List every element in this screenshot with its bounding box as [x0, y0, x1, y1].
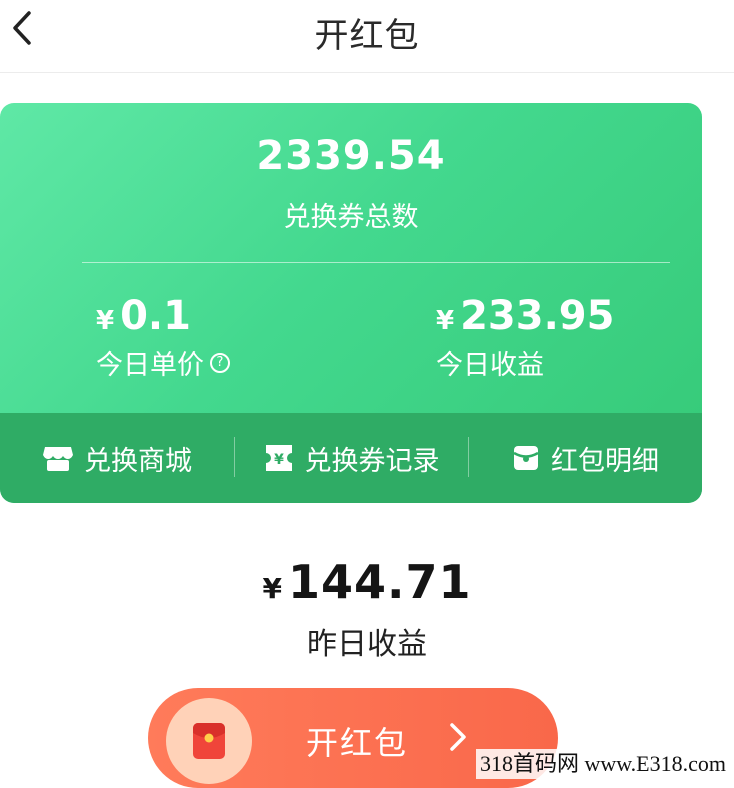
yesterday-income: ¥ 144.71 昨日收益	[0, 555, 734, 663]
voucher-record-button[interactable]: ¥ 兑换券记录	[234, 413, 468, 503]
currency-symbol: ¥	[96, 306, 115, 336]
currency-symbol: ¥	[262, 572, 282, 605]
red-envelope-detail-label: 红包明细	[551, 445, 659, 477]
page-title: 开红包	[314, 16, 420, 56]
voucher-record-label: 兑换券记录	[304, 445, 440, 477]
exchange-mall-label: 兑换商城	[84, 445, 192, 477]
yesterday-income-label: 昨日收益	[307, 627, 427, 662]
unit-price-value: 0.1	[120, 293, 191, 339]
red-envelope-icon	[511, 443, 541, 473]
today-income-value: 233.95	[460, 293, 615, 339]
unit-price-stat: ¥ 0.1 今日单价 ?	[96, 293, 230, 382]
yesterday-income-value: 144.71	[287, 555, 472, 609]
help-icon[interactable]: ?	[210, 352, 230, 373]
divider	[82, 262, 670, 263]
chevron-right-icon	[450, 723, 466, 751]
currency-symbol: ¥	[436, 306, 455, 336]
today-income-label: 今日收益	[436, 350, 544, 381]
open-red-envelope-label: 开红包	[306, 724, 409, 762]
unit-price-label: 今日单价	[96, 350, 204, 381]
today-income-stat: ¥ 233.95 今日收益	[436, 293, 614, 382]
exchange-mall-button[interactable]: 兑换商城	[0, 413, 234, 503]
watermark: 318首码网 www.E318.com	[475, 749, 730, 779]
header-bar: 开红包	[0, 0, 734, 73]
total-voucher-value: 2339.54	[256, 133, 446, 179]
voucher-summary-card: 2339.54 兑换券总数 ¥ 0.1 今日单价 ? ¥ 233.95 今日收益	[0, 103, 702, 503]
shop-icon	[42, 443, 74, 473]
action-bar: 兑换商城 ¥ 兑换券记录 红包明细	[0, 413, 702, 503]
svg-text:¥: ¥	[274, 452, 284, 468]
red-envelope-icon	[166, 698, 252, 784]
voucher-icon: ¥	[263, 442, 295, 474]
red-envelope-detail-button[interactable]: 红包明细	[468, 413, 702, 503]
total-voucher-label: 兑换券总数	[283, 202, 419, 233]
